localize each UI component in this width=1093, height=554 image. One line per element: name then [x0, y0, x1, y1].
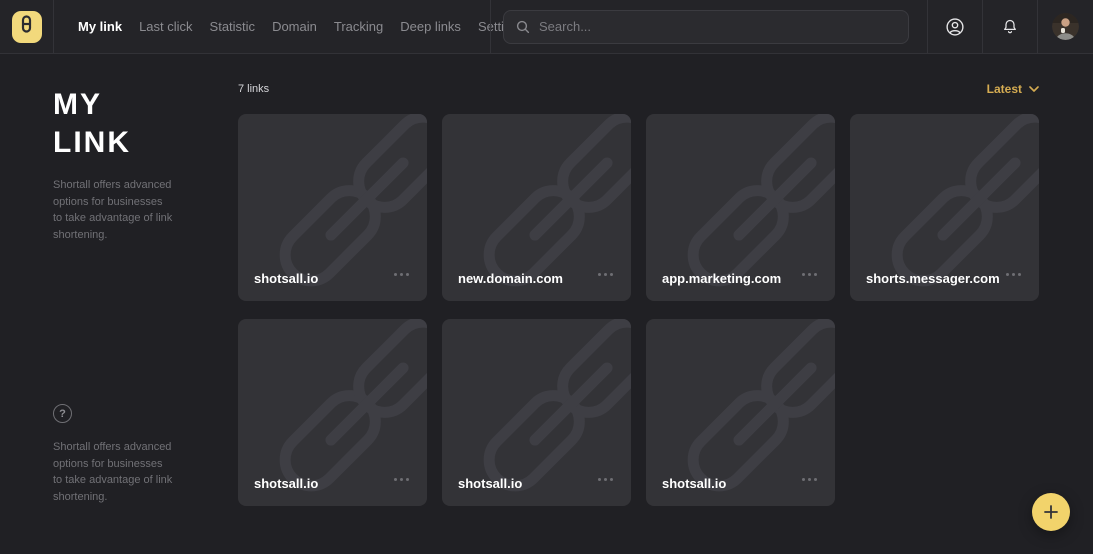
chain-link-icon [19, 15, 34, 38]
profile-menu[interactable] [1038, 0, 1093, 53]
page-body: MY LINK Shortall offers advanced options… [0, 54, 1093, 553]
help-icon[interactable]: ? [53, 404, 72, 423]
nav-item-statistic[interactable]: Statistic [210, 19, 256, 34]
plus-icon [1043, 504, 1059, 520]
search-icon [516, 20, 530, 34]
link-domain-label: shorts.messager.com [866, 271, 1000, 286]
main-nav: My link Last click Statistic Domain Trac… [54, 0, 490, 53]
sort-dropdown[interactable]: Latest [987, 82, 1039, 96]
nav-item-my-link[interactable]: My link [78, 19, 122, 34]
bell-icon [1000, 17, 1020, 37]
add-link-button[interactable] [1032, 493, 1070, 531]
avatar [1052, 13, 1079, 40]
help-description: Shortall offers advanced options for bus… [53, 439, 173, 505]
logo-cell [0, 0, 54, 53]
more-options-button[interactable] [390, 474, 413, 485]
nav-item-tracking[interactable]: Tracking [334, 19, 383, 34]
main-content: 7 links Latest [238, 54, 1093, 553]
more-options-button[interactable] [798, 269, 821, 280]
link-domain-label: shotsall.io [254, 476, 318, 491]
link-card[interactable]: app.marketing.com [646, 114, 835, 301]
sidebar: MY LINK Shortall offers advanced options… [0, 54, 238, 553]
link-card[interactable]: new.domain.com [442, 114, 631, 301]
header: My link Last click Statistic Domain Trac… [0, 0, 1093, 54]
links-count: 7 links [238, 83, 269, 95]
nav-item-domain[interactable]: Domain [272, 19, 317, 34]
link-domain-label: shotsall.io [458, 476, 522, 491]
more-options-button[interactable] [594, 269, 617, 280]
page-title-line2: LINK [53, 124, 210, 162]
app-window: My link Last click Statistic Domain Trac… [0, 0, 1093, 554]
nav-item-deep-links[interactable]: Deep links [400, 19, 461, 34]
sidebar-description: Shortall offers advanced options for bus… [53, 177, 173, 243]
search-area [491, 0, 927, 53]
logo-button[interactable] [12, 11, 42, 43]
link-card[interactable]: shorts.messager.com [850, 114, 1039, 301]
notifications-button[interactable] [983, 0, 1037, 53]
toolbar: 7 links Latest [238, 78, 1039, 100]
link-card[interactable]: shotsall.io [238, 114, 427, 301]
more-options-button[interactable] [594, 474, 617, 485]
sort-label: Latest [987, 82, 1022, 96]
account-button[interactable] [928, 0, 982, 53]
link-domain-label: app.marketing.com [662, 271, 781, 286]
link-card[interactable]: shotsall.io [238, 319, 427, 506]
link-domain-label: new.domain.com [458, 271, 563, 286]
link-card[interactable]: shotsall.io [442, 319, 631, 506]
page-title-line1: MY [53, 86, 210, 124]
page-title: MY LINK [53, 86, 210, 161]
more-options-button[interactable] [798, 474, 821, 485]
link-domain-label: shotsall.io [254, 271, 318, 286]
more-options-button[interactable] [1002, 269, 1025, 280]
search-input[interactable] [539, 19, 896, 34]
nav-item-last-click[interactable]: Last click [139, 19, 192, 34]
chevron-down-icon [1029, 86, 1039, 92]
more-options-button[interactable] [390, 269, 413, 280]
help-block: ? Shortall offers advanced options for b… [53, 404, 210, 505]
account-icon [944, 16, 966, 38]
links-grid: shotsall.io [238, 114, 1039, 506]
link-domain-label: shotsall.io [662, 476, 726, 491]
link-card[interactable]: shotsall.io [646, 319, 835, 506]
search-box [503, 10, 909, 44]
